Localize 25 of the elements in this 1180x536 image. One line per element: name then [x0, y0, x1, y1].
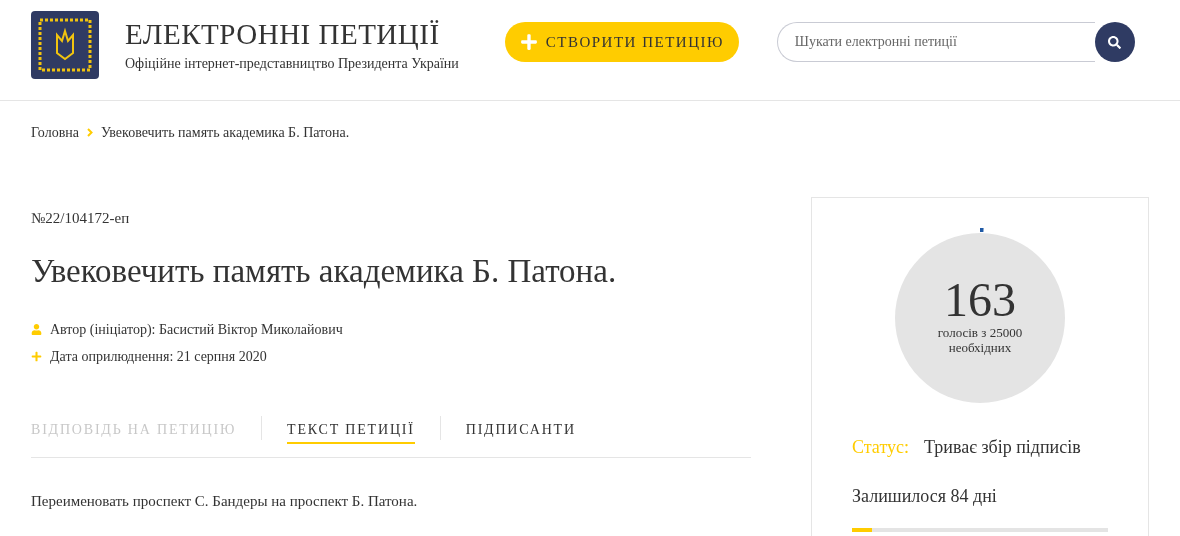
plus-icon: [519, 33, 538, 51]
vote-caption: голосів з 25000 необхідних: [937, 325, 1023, 355]
petition-meta: Дата оприлюднення: 21 серпня 2020: [50, 347, 267, 366]
create-petition-button[interactable]: СТВОРИТИ ПЕТИЦІЮ: [504, 22, 739, 62]
breadcrumb-link[interactable]: Увековечить память академика Б. Патона.: [101, 122, 350, 143]
plus-icon: [31, 350, 42, 362]
breadcrumb-link[interactable]: Головна: [31, 122, 79, 143]
status-value: Триває збір підписів: [924, 436, 1081, 459]
site-title: ЕЛЕКТРОННІ ПЕТИЦІЇ: [125, 16, 441, 51]
days-remaining: Залишилося 84 дні: [852, 485, 998, 508]
search-icon: [1108, 35, 1122, 49]
chevron-icon: [87, 128, 93, 137]
petition-meta: Автор (ініціатор): Басистий Віктор Миколайович: [50, 320, 343, 339]
vote-count: 163: [944, 275, 1016, 325]
search-field[interactable]: Шукати електронні петиції: [776, 22, 1095, 62]
search-button[interactable]: [1094, 22, 1135, 62]
petition-number: №22/104172-еп: [31, 209, 131, 228]
tab[interactable]: ПІДПИСАНТИ: [465, 418, 576, 444]
petition-text: Переименовать проспект С. Бандеры на проспект Б. Патона.: [31, 491, 419, 511]
tab[interactable]: ТЕКСТ ПЕТИЦІЇ: [287, 418, 415, 444]
coat-of-arms-logo: [31, 11, 99, 79]
person-icon: [31, 323, 42, 335]
petition-title: Увековечить память академика Б. Патона.: [31, 251, 618, 291]
status-label: Статус:: [852, 436, 909, 459]
site-subtitle: Офіційне інтернет-представництво Президента України: [125, 54, 459, 73]
